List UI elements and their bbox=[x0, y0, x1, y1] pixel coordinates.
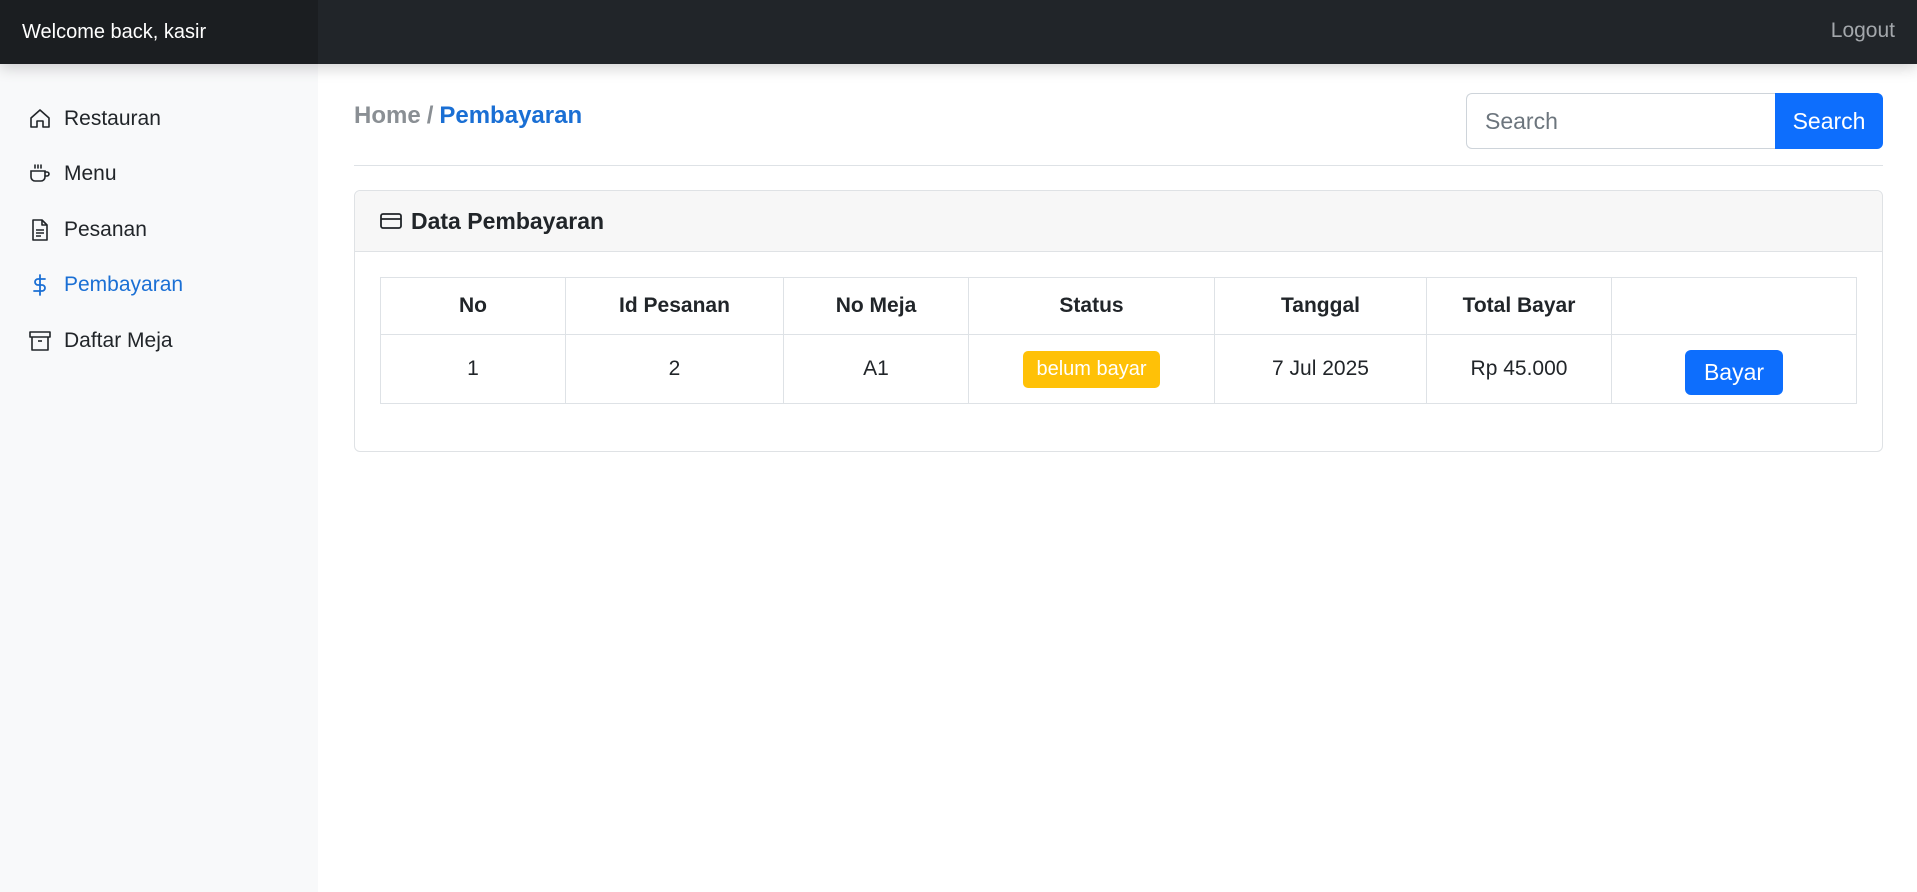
payment-table: No Id Pesanan No Meja Status Tanggal Tot… bbox=[380, 277, 1857, 404]
column-header: Status bbox=[968, 277, 1215, 335]
search-form: Search bbox=[1466, 93, 1883, 149]
breadcrumb: Home / Pembayaran bbox=[354, 102, 582, 130]
file-text-icon bbox=[28, 218, 52, 242]
sidebar-item-label: Restauran bbox=[64, 106, 161, 130]
logout-link[interactable]: Logout bbox=[1831, 0, 1895, 64]
cell-status: belum bayar bbox=[968, 334, 1215, 404]
column-header: Total Bayar bbox=[1426, 277, 1612, 335]
top-navbar: Welcome back, kasir Logout bbox=[0, 0, 1917, 64]
cell-tanggal: 7 Jul 2025 bbox=[1214, 334, 1427, 404]
table-header-row: No Id Pesanan No Meja Status Tanggal Tot… bbox=[380, 277, 1857, 335]
cell-no-meja: A1 bbox=[783, 334, 969, 404]
sidebar-item-daftar-meja[interactable]: Daftar Meja bbox=[0, 313, 318, 369]
sidebar: Restauran Menu Pesanan Pembayaran Daftar… bbox=[0, 64, 318, 892]
card-title: Data Pembayaran bbox=[411, 207, 605, 234]
sidebar-item-label: Menu bbox=[64, 162, 117, 186]
sidebar-item-menu[interactable]: Menu bbox=[0, 147, 318, 203]
column-header: Tanggal bbox=[1214, 277, 1427, 335]
cup-icon bbox=[28, 162, 52, 186]
cell-total-bayar: Rp 45.000 bbox=[1426, 334, 1612, 404]
sidebar-item-label: Pesanan bbox=[64, 217, 147, 241]
welcome-text: Welcome back, kasir bbox=[0, 0, 318, 64]
breadcrumb-current: Pembayaran bbox=[439, 102, 583, 129]
cell-action: Bayar bbox=[1611, 334, 1857, 404]
main-content: Home/Pembayaran Search Data Pembayaran N… bbox=[318, 64, 1917, 892]
dollar-icon bbox=[28, 273, 52, 297]
payment-card: Data Pembayaran No Id Pesanan No Meja St… bbox=[354, 190, 1883, 452]
sidebar-item-pembayaran[interactable]: Pembayaran bbox=[0, 258, 318, 314]
cell-no: 1 bbox=[380, 334, 566, 404]
sidebar-item-label: Pembayaran bbox=[64, 273, 184, 297]
column-header: No bbox=[380, 277, 566, 335]
divider bbox=[354, 165, 1883, 166]
column-header: No Meja bbox=[783, 277, 969, 335]
search-button[interactable]: Search bbox=[1775, 93, 1883, 149]
table-row: 1 2 A1 belum bayar 7 Jul 2025 Rp 45.000 … bbox=[380, 334, 1857, 404]
archive-icon bbox=[28, 329, 52, 353]
sidebar-item-pesanan[interactable]: Pesanan bbox=[0, 202, 318, 258]
breadcrumb-home[interactable]: Home bbox=[354, 102, 421, 129]
house-icon bbox=[28, 107, 52, 131]
column-header: Id Pesanan bbox=[565, 277, 784, 335]
sidebar-item-restauran[interactable]: Restauran bbox=[0, 91, 318, 147]
cell-id-pesanan: 2 bbox=[565, 334, 784, 404]
search-input[interactable] bbox=[1466, 93, 1775, 149]
breadcrumb-separator: / bbox=[426, 102, 434, 129]
column-header bbox=[1611, 277, 1857, 335]
bayar-button[interactable]: Bayar bbox=[1684, 349, 1784, 395]
card-header: Data Pembayaran bbox=[355, 191, 1882, 252]
status-badge: belum bayar bbox=[1023, 350, 1160, 388]
sidebar-item-label: Daftar Meja bbox=[64, 328, 173, 352]
credit-card-icon bbox=[379, 209, 403, 233]
